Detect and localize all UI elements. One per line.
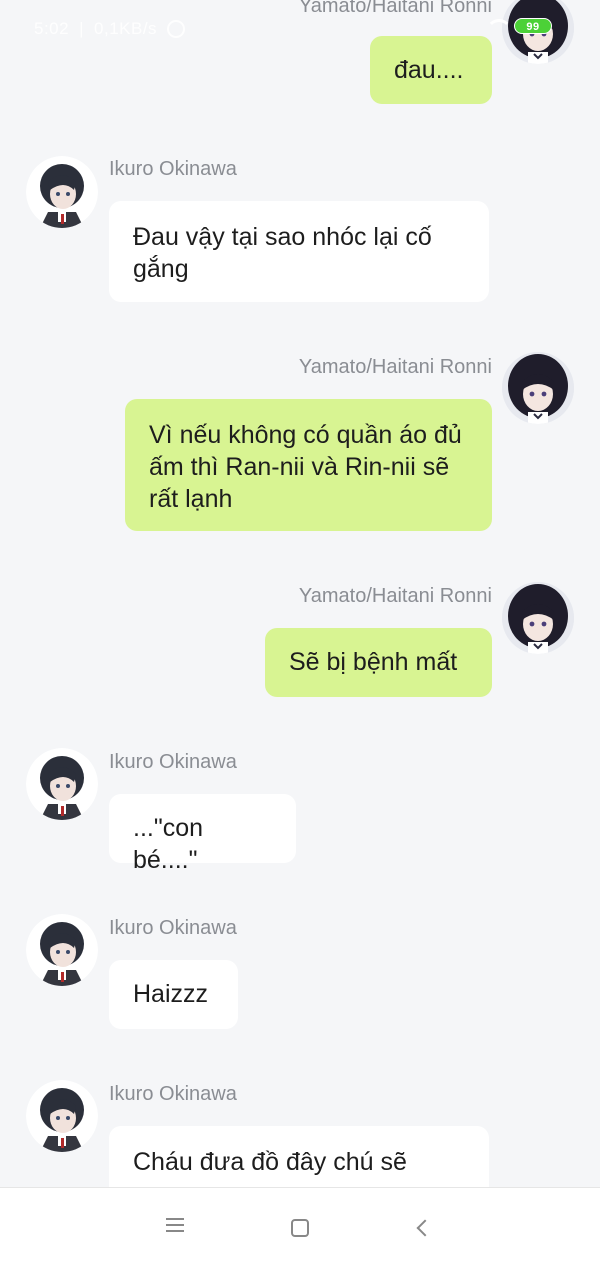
avatar-ikuro[interactable] <box>26 914 98 986</box>
battery-icon: 99 <box>514 18 552 34</box>
chat-thread[interactable]: Yamato/Haitani Ronni đau.... Ikuro Okina… <box>0 0 600 1187</box>
message-bubble[interactable]: ..."con bé...." <box>109 794 296 874</box>
status-bar: 5:02 | 0,1KB/s 99 <box>0 0 600 58</box>
avatar-ikuro[interactable] <box>26 156 98 228</box>
back-button[interactable] <box>410 1214 440 1242</box>
girl-avatar-icon <box>502 352 574 424</box>
menu-icon[interactable] <box>160 1214 190 1242</box>
square-home-icon <box>291 1219 309 1237</box>
navigation-bar <box>0 1187 600 1267</box>
clock: 5:02 <box>34 19 70 38</box>
message-bubble[interactable]: Đau vậy tại sao nhóc lại cố gắng <box>109 201 489 302</box>
boy-avatar-icon <box>26 914 98 986</box>
message-bubble[interactable]: Haizzz <box>109 960 238 1029</box>
separator: | <box>79 19 85 38</box>
sender-name: Yamato/Haitani Ronni <box>298 585 492 607</box>
message-bubble[interactable]: Sẽ bị bệnh mất <box>265 628 492 697</box>
home-button[interactable] <box>285 1214 315 1242</box>
avatar-ikuro[interactable] <box>26 1080 98 1152</box>
avatar-ikuro[interactable] <box>26 748 98 820</box>
sender-name: Yamato/Haitani Ronni <box>298 356 492 378</box>
chevron-left-icon <box>416 1219 434 1237</box>
status-left: 5:02 | 0,1KB/s <box>34 19 186 39</box>
network-speed: 0,1KB/s <box>94 19 158 38</box>
avatar-yamato[interactable] <box>502 352 574 424</box>
boy-avatar-icon <box>26 156 98 228</box>
girl-avatar-icon <box>502 582 574 654</box>
alarm-icon <box>167 20 186 38</box>
wifi-icon <box>486 19 512 33</box>
sender-name: Ikuro Okinawa <box>109 158 237 180</box>
message-bubble[interactable]: Vì nếu không có quần áo đủ ấm thì Ran-ni… <box>125 399 492 531</box>
boy-avatar-icon <box>26 1080 98 1152</box>
message-bubble[interactable]: Cháu đưa đồ đây chú sẽ <box>109 1126 489 1187</box>
sender-name: Ikuro Okinawa <box>109 1083 237 1105</box>
boy-avatar-icon <box>26 748 98 820</box>
sender-name: Ikuro Okinawa <box>109 917 237 939</box>
sender-name: Ikuro Okinawa <box>109 751 237 773</box>
avatar-yamato[interactable] <box>502 582 574 654</box>
status-right: 99 <box>486 18 552 34</box>
